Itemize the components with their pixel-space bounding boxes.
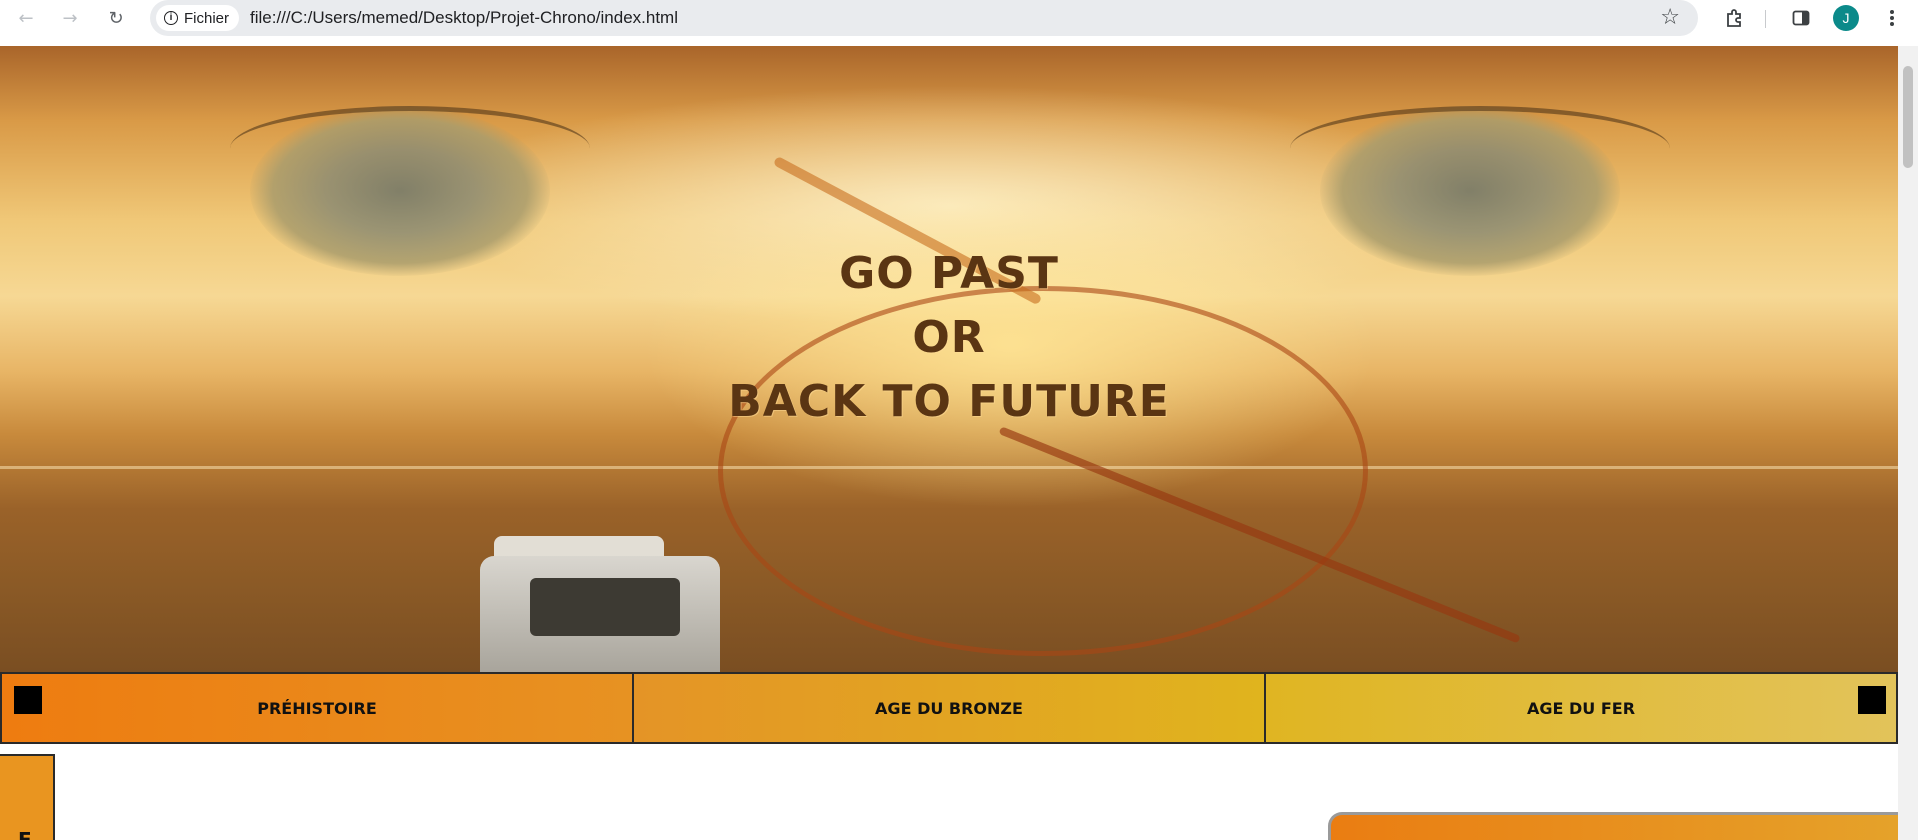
side-tab-glyph: E [18, 828, 32, 840]
square-marker-right [1858, 686, 1886, 714]
url-text[interactable]: file:///C:/Users/memed/Desktop/Projet-Ch… [250, 8, 678, 28]
hero-eyelid-left [230, 106, 590, 191]
menu-icon[interactable] [1880, 6, 1904, 30]
period-label: AGE DU FER [1526, 698, 1636, 718]
forward-icon[interactable]: → [58, 6, 82, 30]
scrollbar-thumb[interactable] [1903, 66, 1913, 168]
period-tab-prehistoire[interactable]: PRÉHISTOIRE [0, 674, 632, 742]
period-nav: PRÉHISTOIRE AGE DU BRONZE AGE DU FER [0, 672, 1898, 744]
hero-eyelid-right [1290, 106, 1670, 191]
hero-title-line-1: GO PAST [839, 248, 1059, 299]
reload-icon[interactable]: ↻ [104, 6, 128, 30]
side-panel-icon[interactable] [1789, 6, 1813, 30]
hero-van-image [470, 536, 730, 672]
period-label: AGE DU BRONZE [875, 698, 1023, 718]
hero-title-line-2: OR [912, 312, 986, 363]
square-marker-left [14, 686, 42, 714]
page-viewport: GO PAST OR BACK TO FUTURE PRÉHISTOIRE AG… [0, 46, 1898, 840]
address-bar[interactable]: i Fichier file:///C:/Users/memed/Desktop… [150, 0, 1698, 36]
extensions-icon[interactable] [1722, 6, 1746, 30]
site-info-chip[interactable]: i Fichier [156, 5, 240, 31]
info-icon: i [164, 11, 178, 25]
toolbar-separator [1765, 10, 1766, 28]
hero-banner: GO PAST OR BACK TO FUTURE [0, 46, 1898, 672]
period-tab-age-du-bronze[interactable]: AGE DU BRONZE [632, 674, 1264, 742]
period-label: PRÉHISTOIRE [257, 698, 377, 718]
avatar[interactable]: J [1833, 5, 1859, 31]
scrollbar[interactable] [1898, 46, 1918, 840]
site-chip-label: Fichier [184, 9, 230, 27]
browser-toolbar: ← → ↻ i Fichier file:///C:/Users/memed/D… [0, 0, 1918, 36]
content-card [1328, 812, 1898, 840]
star-icon[interactable]: ☆ [1660, 5, 1680, 30]
side-tab[interactable]: E [0, 754, 55, 840]
period-tab-age-du-fer[interactable]: AGE DU FER [1264, 674, 1898, 742]
hero-title: GO PAST OR BACK TO FUTURE [0, 242, 1898, 434]
hero-title-line-3: BACK TO FUTURE [728, 376, 1170, 427]
back-icon[interactable]: ← [14, 6, 38, 30]
